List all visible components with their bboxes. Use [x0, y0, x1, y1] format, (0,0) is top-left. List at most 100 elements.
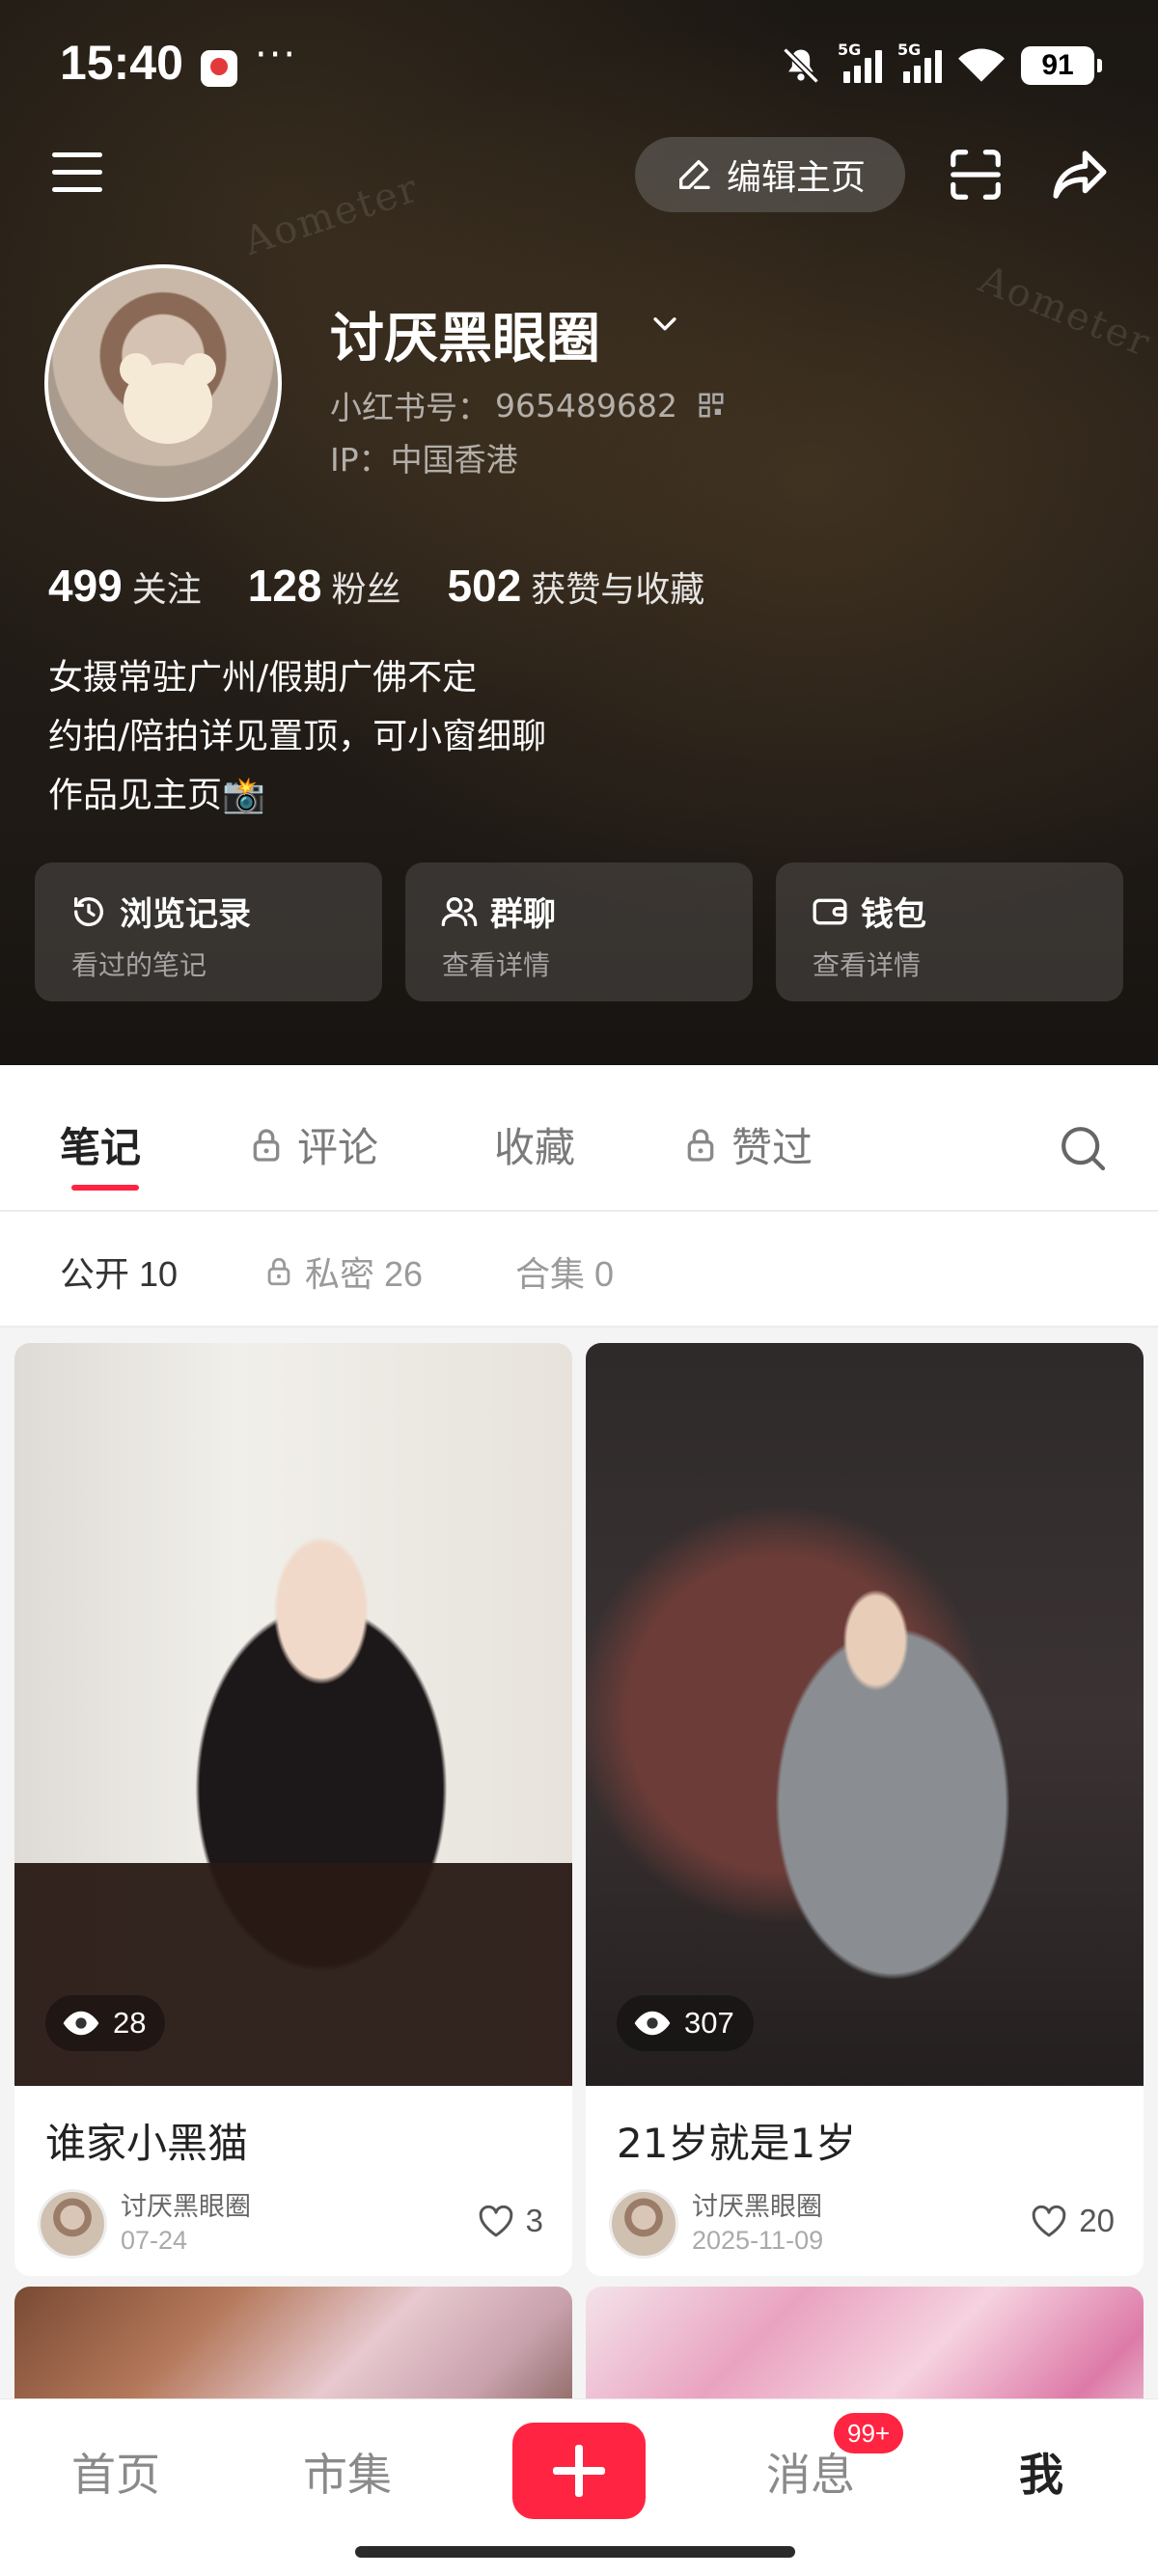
stat-following[interactable]: 499 关注: [48, 560, 202, 612]
subtab-label: 私密 26: [305, 1254, 424, 1294]
subtab-collections[interactable]: 合集 0: [515, 1247, 614, 1297]
home-indicator[interactable]: [355, 2546, 795, 2558]
note-card[interactable]: [14, 2287, 572, 2398]
wallet-icon: [813, 898, 847, 924]
heart-icon: [1033, 2205, 1066, 2237]
card-title: 钱包: [861, 895, 926, 934]
note-cover-image[interactable]: [14, 2287, 572, 2398]
eye-icon: [63, 2011, 99, 2036]
card-subtitle: 看过的笔记: [71, 949, 207, 981]
tab-label: 收藏: [494, 1124, 576, 1171]
subtab-label: 公开 10: [60, 1254, 179, 1294]
like-button[interactable]: 20: [1029, 2201, 1115, 2241]
tab-liked[interactable]: 赞过: [681, 1115, 813, 1174]
profile-stats: 499 关注 128 粉丝 502 获赞与收藏: [48, 560, 751, 612]
author-avatar[interactable]: [609, 2189, 678, 2259]
search-icon[interactable]: [1056, 1121, 1110, 1175]
create-post-button[interactable]: [512, 2423, 646, 2519]
subtab-private[interactable]: 私密 26: [262, 1247, 423, 1297]
stat-followers[interactable]: 128 粉丝: [248, 560, 401, 612]
nav-home[interactable]: 首页: [71, 2440, 160, 2504]
profile-avatar[interactable]: [44, 264, 282, 502]
stat-value: 128: [247, 561, 322, 611]
subtab-label: 合集 0: [515, 1254, 615, 1294]
subtab-public[interactable]: 公开 10: [60, 1247, 178, 1297]
note-card[interactable]: 307 21岁就是1岁 讨厌黑眼圈 2025-11-09 20: [586, 1343, 1144, 2276]
tab-label: 赞过: [731, 1124, 813, 1171]
card-title: 浏览记录: [120, 895, 251, 934]
note-filter-tabs: 公开 10 私密 26 合集 0: [0, 1212, 1158, 1328]
note-card[interactable]: 28 谁家小黑猫 讨厌黑眼圈 07-24 3: [14, 1343, 572, 2276]
profile-header: Aometer Aometer 15:40 ··· 5G 5G 91 编辑主页 …: [0, 0, 1158, 1065]
note-cover-image[interactable]: [586, 2287, 1144, 2398]
author-avatar[interactable]: [38, 2189, 107, 2259]
nav-market[interactable]: 市集: [303, 2440, 392, 2504]
like-count: 20: [1079, 2203, 1115, 2238]
profile-id-value: 965489682: [495, 386, 677, 425]
view-count: 307: [684, 2006, 734, 2040]
pencil-icon: [678, 160, 710, 189]
share-icon[interactable]: [1048, 143, 1112, 206]
chevron-down-icon[interactable]: [648, 307, 681, 340]
note-date: 07-24: [121, 2226, 188, 2255]
tab-comments[interactable]: 评论: [247, 1115, 378, 1174]
active-tab-indicator: [71, 1185, 139, 1191]
background-decoration: Aometer: [973, 257, 1158, 367]
status-icons: 5G 5G 91: [780, 41, 1102, 91]
stat-value: 499: [48, 561, 123, 611]
wallet-card[interactable]: 钱包 查看详情: [776, 863, 1123, 1001]
eye-icon: [634, 2011, 671, 2036]
view-count-badge: 28: [45, 1995, 166, 2051]
bio-line: 约拍/陪拍详见置顶，可小窗细聊: [48, 717, 547, 756]
browse-history-card[interactable]: 浏览记录 看过的笔记: [35, 863, 382, 1001]
nav-me[interactable]: 我: [1019, 2440, 1063, 2504]
tab-favorites[interactable]: 收藏: [494, 1115, 575, 1174]
status-time: 15:40: [60, 36, 183, 90]
group-chat-card[interactable]: 群聊 查看详情: [405, 863, 753, 1001]
profile-bio: 女摄常驻广州/假期广佛不定 约拍/陪拍详见置顶，可小窗细聊 作品见主页📸: [48, 648, 546, 825]
tab-notes[interactable]: 笔记: [60, 1115, 141, 1174]
like-button[interactable]: 3: [476, 2201, 543, 2241]
note-title: 21岁就是1岁: [617, 2120, 857, 2167]
menu-button[interactable]: [48, 145, 110, 199]
lock-icon: [253, 1128, 280, 1162]
qr-code-icon[interactable]: [697, 391, 726, 420]
tab-label: 笔记: [60, 1124, 142, 1171]
wifi-icon: [958, 48, 1005, 82]
card-title: 群聊: [490, 895, 556, 934]
edit-profile-label: 编辑主页: [726, 158, 866, 198]
profile-id: 小红书号： 965489682: [330, 382, 726, 428]
group-chat-icon: [441, 896, 478, 926]
stat-likes-and-saves[interactable]: 502 获赞与收藏: [448, 560, 705, 612]
note-title: 谁家小黑猫: [45, 2120, 249, 2167]
like-count: 3: [525, 2203, 543, 2238]
bio-line: 女摄常驻广州/假期广佛不定: [48, 658, 478, 698]
app-notification-icon: [201, 50, 237, 87]
bottom-navigation: 首页 市集 消息 99+ 我: [0, 2398, 1158, 2576]
note-meta: 讨厌黑眼圈 07-24 3: [14, 2170, 572, 2276]
card-subtitle: 查看详情: [813, 949, 922, 981]
content-tabs: 笔记 评论 收藏 赞过: [0, 1065, 1158, 1212]
profile-id-label: 小红书号：: [330, 389, 489, 426]
profile-nickname: 讨厌黑眼圈: [330, 308, 600, 370]
message-count-badge: 99+: [834, 2413, 904, 2453]
status-bar: 15:40 ··· 5G 5G 91: [0, 0, 1158, 125]
stat-label: 粉丝: [331, 570, 401, 610]
stat-label: 获赞与收藏: [531, 570, 705, 610]
note-date: 2025-11-09: [692, 2226, 824, 2255]
status-more: ···: [255, 33, 298, 77]
note-cover-image[interactable]: 28: [14, 1343, 572, 2086]
view-count: 28: [113, 2006, 147, 2040]
lock-icon: [687, 1128, 714, 1162]
scan-icon[interactable]: [946, 145, 1006, 205]
edit-profile-button[interactable]: 编辑主页: [635, 137, 905, 212]
stat-label: 关注: [131, 570, 202, 610]
bio-line: 作品见主页📸: [48, 776, 265, 815]
background-decoration: Aometer: [238, 166, 425, 264]
signal-icon: 5G: [897, 41, 942, 83]
note-card[interactable]: [586, 2287, 1144, 2398]
tab-label: 评论: [297, 1124, 379, 1171]
note-cover-image[interactable]: 307: [586, 1343, 1144, 2086]
profile-ip-location: IP：中国香港: [330, 441, 518, 479]
view-count-badge: 307: [617, 1995, 754, 2051]
